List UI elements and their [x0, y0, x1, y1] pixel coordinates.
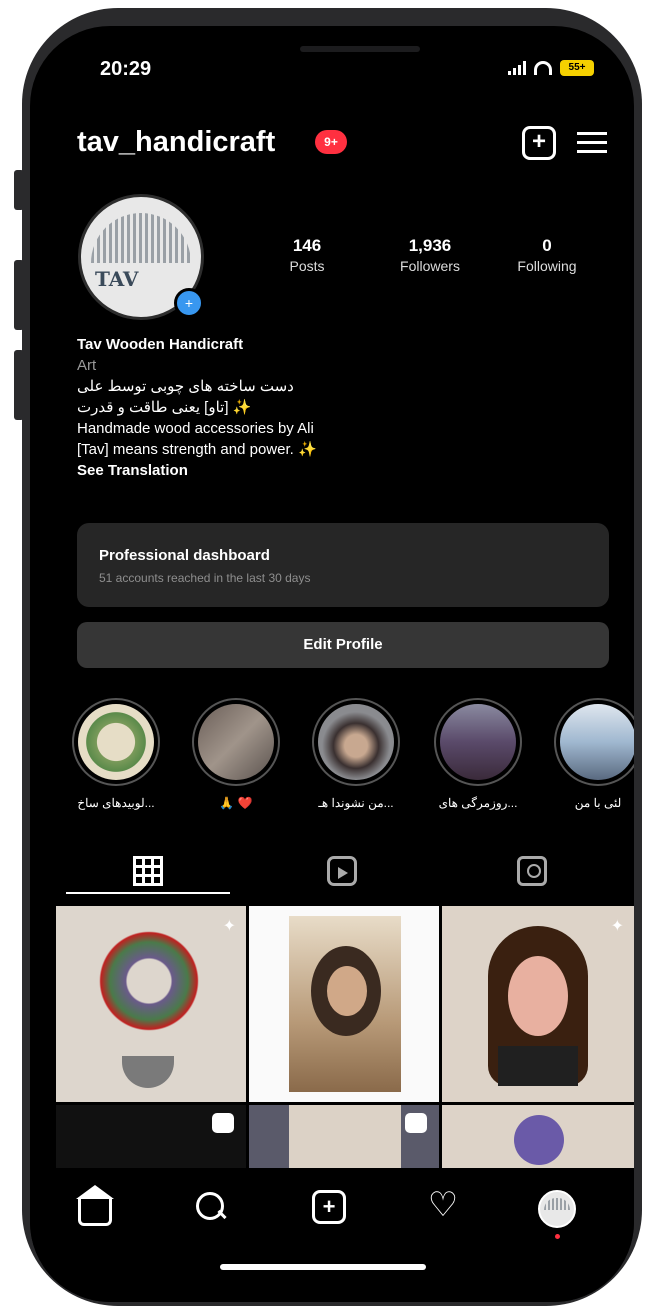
see-translation-link[interactable]: See Translation	[77, 460, 597, 481]
pin-icon: ✦	[222, 918, 236, 935]
edit-profile-button[interactable]: Edit Profile	[77, 622, 609, 668]
post-thumbnail[interactable]: ✦	[56, 906, 246, 1102]
followers-label: Followers	[400, 258, 460, 274]
post-thumbnail[interactable]	[249, 1105, 439, 1168]
status-time: 20:29	[100, 58, 152, 80]
highlight-item[interactable]: لئی با من	[552, 698, 634, 810]
wood-portrait-face	[508, 956, 568, 1036]
display-name: Tav Wooden Handicraft	[77, 336, 244, 353]
highlight-caption: روزمرگی های...	[438, 796, 518, 810]
status-icons: 55+	[508, 60, 594, 76]
profile-avatar-icon[interactable]	[538, 1190, 576, 1228]
following-count: 0	[542, 236, 552, 255]
menu-icon[interactable]	[577, 126, 611, 160]
heart-icon[interactable]: ♡	[426, 1188, 460, 1224]
posts-stat[interactable]: 146 Posts	[272, 236, 342, 274]
battery-icon: 55+	[560, 60, 594, 76]
portrait-face	[327, 966, 367, 1016]
profile-indicator-dot	[555, 1234, 560, 1239]
highlight-caption: من نشوندا هـ...	[318, 796, 394, 810]
search-icon[interactable]	[194, 1190, 228, 1224]
create-icon[interactable]: +	[312, 1190, 346, 1224]
highlight-caption: 🙏 ❤️	[219, 796, 253, 810]
following-stat[interactable]: 0 Following	[502, 236, 592, 274]
bio-line: [Tav] means strength and power. ✨	[77, 441, 317, 458]
status-bar: 20:29 55+	[30, 26, 634, 96]
highlight-item[interactable]: روزمرگی های...	[432, 698, 524, 810]
signal-icon	[508, 61, 526, 75]
username[interactable]: tav_handicraft	[77, 126, 275, 159]
tagged-icon[interactable]	[517, 856, 547, 886]
dashboard-title: Professional dashboard	[99, 547, 270, 564]
avatar-logo-text: TAV	[95, 267, 139, 291]
post-grid: ✦ ✦	[56, 906, 634, 1168]
post-thumbnail[interactable]: ✦	[442, 906, 634, 1102]
create-post-icon[interactable]: +	[522, 126, 556, 160]
notification-badge[interactable]: 9+	[315, 130, 347, 154]
mute-switch	[14, 170, 24, 210]
reel-icon	[212, 1113, 234, 1133]
dashboard-subtitle: 51 accounts reached in the last 30 days	[99, 571, 311, 585]
active-tab-indicator	[66, 892, 230, 894]
wood-portrait-shirt	[498, 1046, 578, 1086]
reels-icon[interactable]	[327, 856, 357, 886]
highlight-caption: لوبیدهای ساخ...	[77, 796, 155, 810]
pin-icon: ✦	[610, 918, 624, 935]
bio-line: Handmade wood accessories by Ali	[77, 420, 314, 437]
profile-header: tav_handicraft 9+ +	[77, 126, 617, 166]
highlight-item[interactable]: لوبیدهای ساخ...	[70, 698, 162, 810]
highlight-cover	[318, 704, 394, 780]
dino-figure	[514, 1115, 564, 1165]
bottom-nav: + ♡	[30, 1168, 634, 1302]
reel-photo	[289, 1105, 401, 1168]
highlight-cover	[440, 704, 516, 780]
bio-line: دست ساخته های چوبی توسط علی	[77, 378, 294, 395]
reel-icon	[405, 1113, 427, 1133]
add-story-icon[interactable]: +	[174, 288, 204, 318]
posts-count: 146	[292, 236, 322, 255]
bio: Tav Wooden Handicraft Art دست ساخته های …	[77, 334, 597, 481]
profile-tabs	[30, 856, 634, 896]
highlight-item[interactable]: 🙏 ❤️	[190, 698, 282, 810]
posts-label: Posts	[289, 258, 325, 274]
home-icon[interactable]	[76, 1185, 114, 1226]
post-thumbnail[interactable]	[56, 1105, 246, 1168]
home-indicator[interactable]	[220, 1264, 426, 1270]
wreath-art	[94, 926, 204, 1036]
grid-icon[interactable]	[133, 856, 163, 886]
avatar-logo-arch	[91, 213, 191, 263]
volume-down-button	[14, 350, 24, 420]
bio-line: ✨ [تاو] یعنی طاقت و قدرت	[77, 399, 252, 416]
highlight-cover	[198, 704, 274, 780]
highlight-caption: لئی با من	[574, 796, 622, 810]
screen: 20:29 55+ tav_handicraft 9+ + TAV + 146 …	[30, 26, 634, 1302]
highlight-item[interactable]: من نشوندا هـ...	[310, 698, 402, 810]
post-thumbnail[interactable]	[249, 906, 439, 1102]
followers-count: 1,936	[408, 236, 452, 255]
post-thumbnail[interactable]	[442, 1105, 634, 1168]
heart-pendant	[122, 1056, 174, 1088]
wifi-icon	[534, 61, 552, 75]
following-label: Following	[517, 258, 577, 274]
volume-up-button	[14, 260, 24, 330]
highlight-cover	[78, 704, 154, 780]
professional-dashboard[interactable]: Professional dashboard 51 accounts reach…	[77, 523, 609, 607]
category: Art	[77, 357, 97, 374]
highlight-cover	[560, 704, 634, 780]
followers-stat[interactable]: 1,936 Followers	[385, 236, 475, 274]
